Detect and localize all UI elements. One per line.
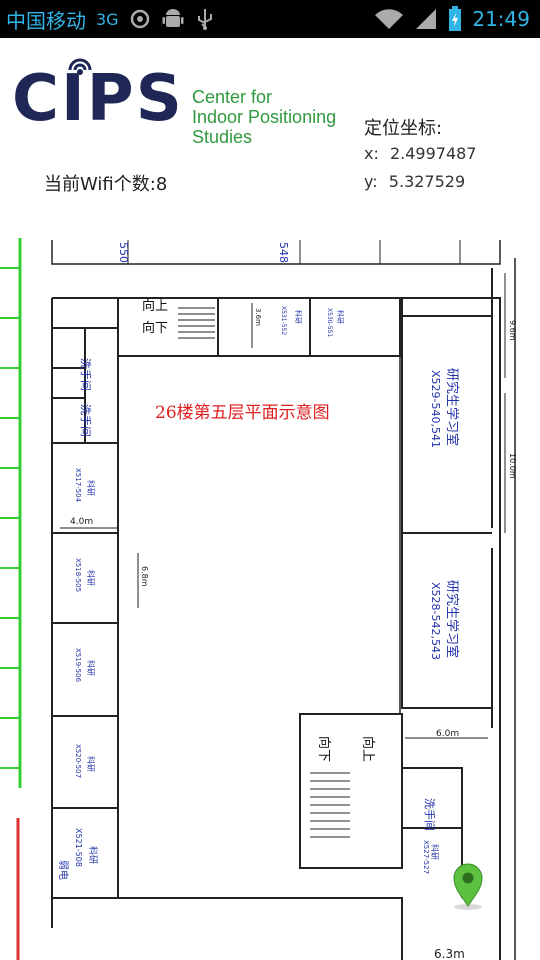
electric-room-label: 弱电: [57, 860, 70, 880]
wifi-icon: [374, 7, 404, 31]
floor-plan-svg[interactable]: 26楼第五层平面示意图 550 548 研究生学习室 X529-540,541 …: [0, 228, 540, 960]
logo-subtitle-line: Indoor Positioning: [192, 107, 337, 127]
x-coordinate: x: 2.4997487: [364, 144, 476, 163]
room-label: 科研: [294, 310, 303, 324]
logo-subtitle-line: Studies: [192, 127, 253, 147]
room-code: X528-542,543: [429, 582, 442, 660]
stair-down-label: 向下: [142, 320, 168, 336]
room-label: 科研: [86, 570, 96, 586]
room-number: 550: [117, 242, 130, 263]
washroom-label: 洗手间: [423, 798, 437, 831]
washroom-label: 洗手间: [79, 358, 93, 391]
status-bar: 中国移动 3G 21:49: [0, 0, 540, 38]
room-label: 科研: [336, 310, 345, 324]
dimension-label: 4.0m: [70, 517, 93, 527]
room-label: 科研: [86, 756, 96, 772]
y-coordinate: y: 5.327529: [364, 172, 465, 191]
header: CIPS Center for Indoor Positioning Studi…: [0, 38, 540, 228]
map-title: 26楼第五层平面示意图: [155, 403, 330, 423]
room-label: 研究生学习室: [444, 368, 460, 446]
x-value: 2.4997487: [389, 144, 477, 163]
dimension-label: 6.0m: [436, 729, 459, 739]
room-number: 548: [277, 242, 290, 263]
left-rail-green: [0, 238, 22, 788]
signal-icon: [414, 7, 438, 31]
logo-subtitle: Center for Indoor Positioning Studies: [192, 87, 336, 147]
sync-icon: [129, 8, 151, 30]
dimension-label: 10.0m: [508, 453, 517, 479]
coordinate-title: 定位坐标:: [364, 118, 443, 139]
battery-icon: [448, 6, 462, 32]
wifi-count-value: 8: [155, 174, 168, 195]
room-code: X529-540,541: [429, 370, 442, 448]
stair-up-label: 向上: [360, 736, 376, 762]
room-code: X520-507: [74, 744, 82, 778]
wifi-label: 当前Wifi个数:: [44, 174, 156, 195]
logo-subtitle-line: Center for: [192, 87, 273, 107]
room-label: 科研: [86, 660, 96, 676]
floor-plan-map[interactable]: 26楼第五层平面示意图 550 548 研究生学习室 X529-540,541 …: [0, 228, 540, 960]
wifi-count: 当前Wifi个数:8: [44, 170, 167, 196]
location-marker-icon[interactable]: [453, 863, 483, 910]
clock: 21:49: [472, 7, 530, 31]
room-code: X518-505: [74, 558, 82, 592]
stair-up-label: 向上: [142, 298, 168, 314]
usb-icon: [195, 7, 215, 31]
room-code: X519-506: [74, 648, 82, 683]
logo-signal-icon: [68, 58, 92, 75]
x-label: x:: [364, 144, 379, 163]
room-label: 研究生学习室: [444, 580, 460, 658]
room-label: 科研: [87, 846, 99, 864]
room-code: X527-527: [422, 840, 430, 874]
room-code: X531-552: [280, 306, 287, 335]
dimension-label: 9.6m: [508, 320, 517, 341]
dimension-label: 6.3m: [434, 947, 465, 960]
dimension-label: 3.6m: [254, 308, 262, 326]
y-label: y:: [364, 172, 378, 191]
room-code: X530-551: [326, 308, 333, 337]
washroom-label: 洗手间: [79, 404, 93, 437]
android-icon: [161, 7, 185, 31]
outer-wall-bottom: [52, 897, 403, 960]
room-code: X521-508: [74, 828, 83, 867]
y-value: 5.327529: [388, 172, 466, 191]
stair-down-label: 向下: [316, 736, 332, 762]
room-code: X517-504: [74, 468, 82, 503]
dimension-lines: [60, 273, 506, 739]
cips-logo: CIPS Center for Indoor Positioning Studi…: [12, 50, 362, 150]
dimension-label: 6.8m: [140, 566, 149, 587]
network-type: 3G: [96, 9, 119, 29]
room-label: 科研: [430, 844, 440, 860]
carrier-name: 中国移动: [6, 8, 86, 33]
room-label: 科研: [86, 480, 96, 496]
